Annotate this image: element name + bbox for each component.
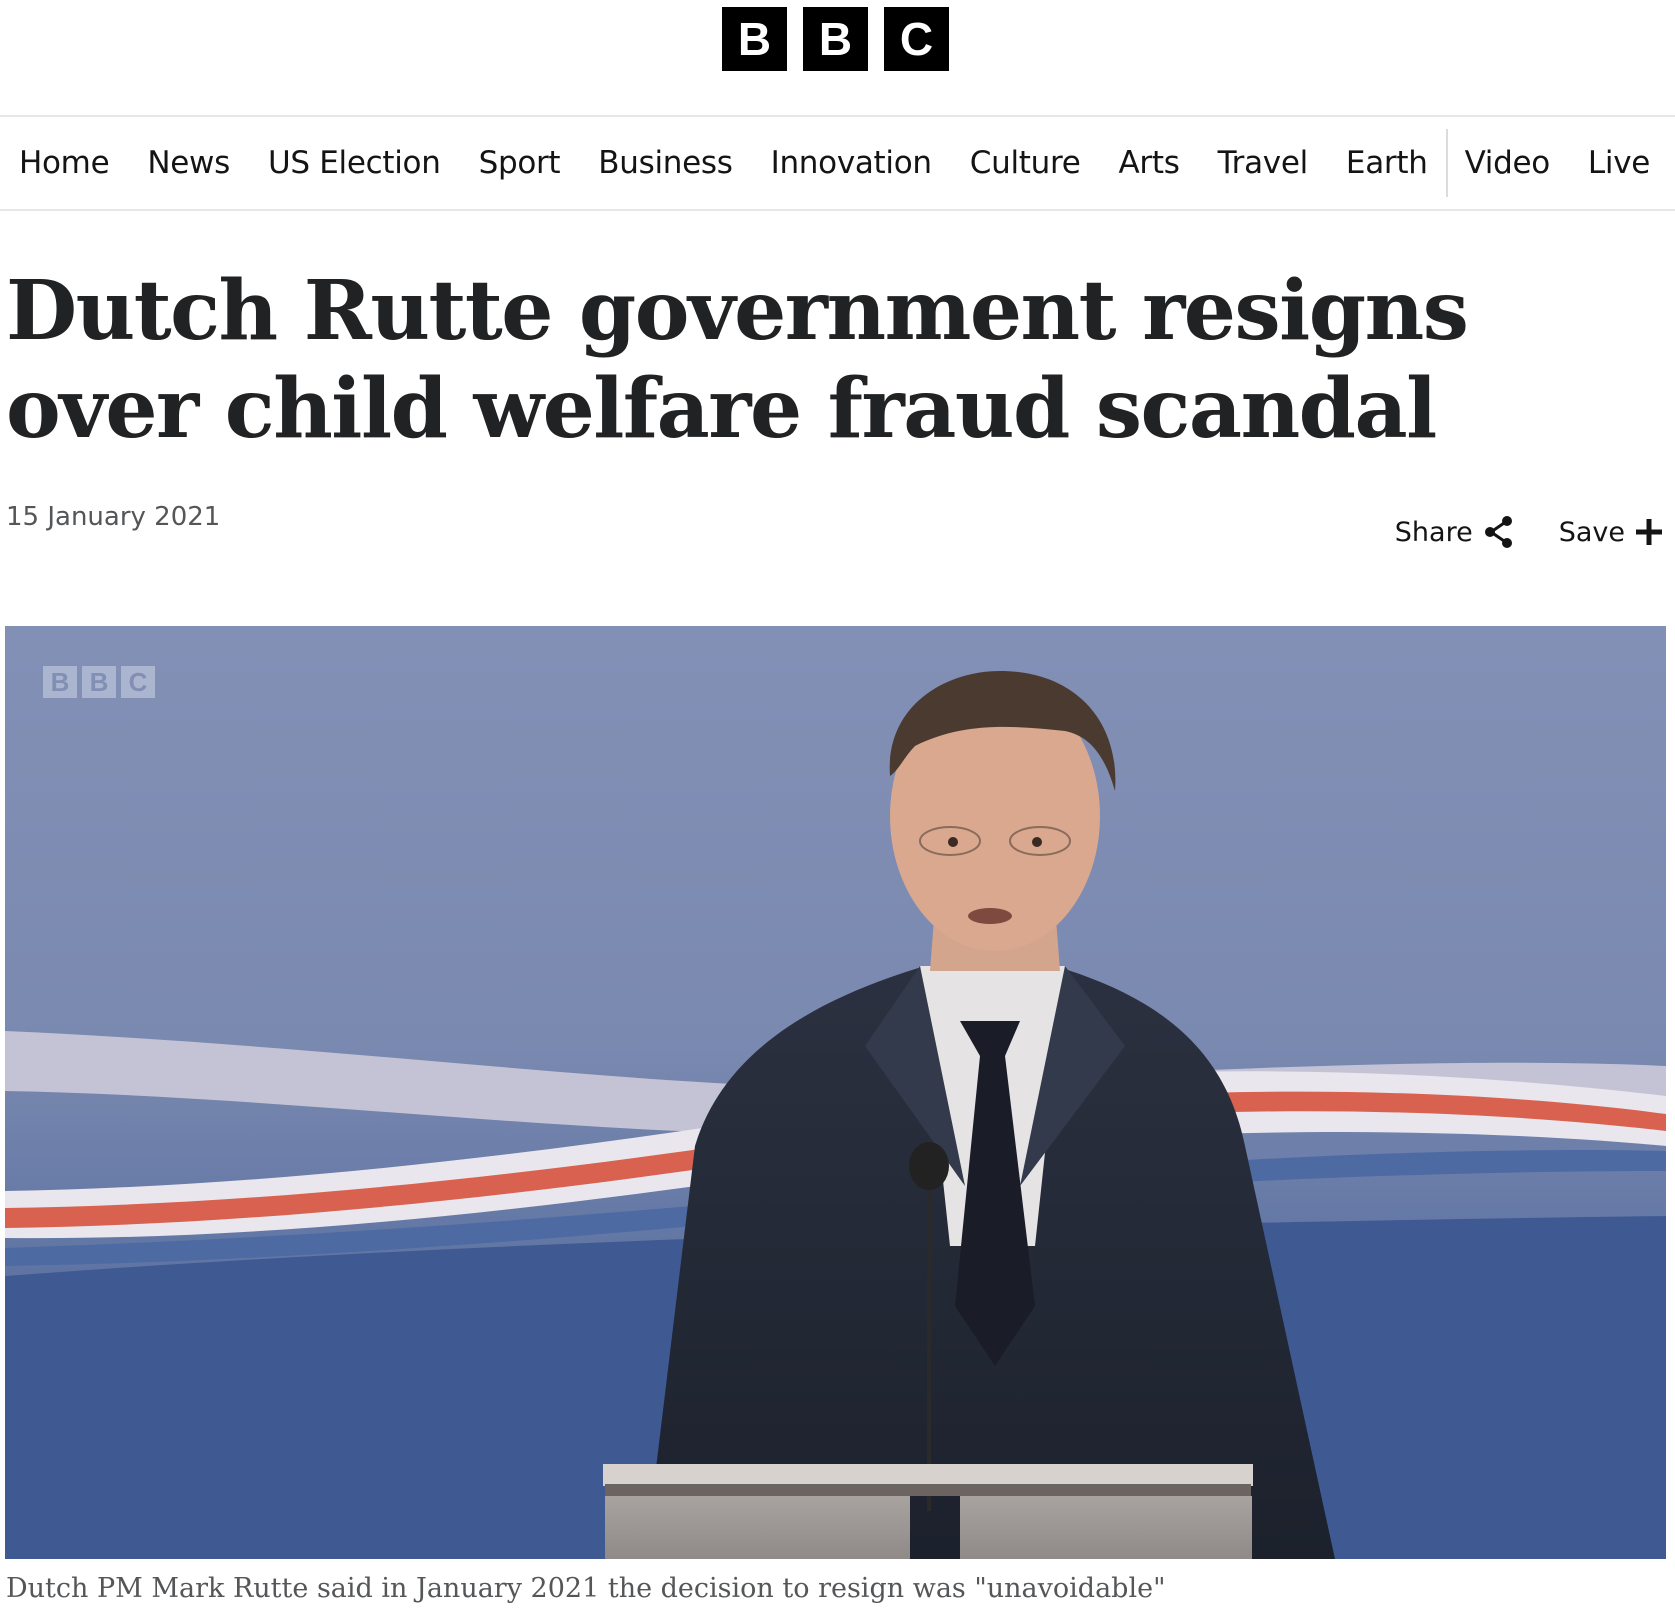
- bbc-logo-letter-b2: B: [803, 7, 868, 71]
- share-icon: [1483, 515, 1515, 549]
- article-actions: Share Save: [1395, 515, 1663, 549]
- nav-item-innovation[interactable]: Innovation: [771, 145, 932, 181]
- nav-item-video[interactable]: Video: [1465, 145, 1551, 181]
- press-conference-photo: B B C: [5, 626, 1666, 1559]
- nav-item-live[interactable]: Live: [1588, 145, 1650, 181]
- save-label: Save: [1558, 516, 1625, 548]
- nav-item-culture[interactable]: Culture: [970, 145, 1081, 181]
- share-button[interactable]: Share: [1395, 515, 1515, 549]
- watermark-letter-b2: B: [90, 667, 109, 697]
- article-date: 15 January 2021: [6, 502, 221, 532]
- plus-icon: [1635, 518, 1663, 546]
- article-hero-image: B B C: [5, 626, 1666, 1559]
- image-caption: Dutch PM Mark Rutte said in January 2021…: [6, 1573, 1166, 1604]
- bbc-logo[interactable]: B B C: [722, 7, 949, 71]
- article-headline: Dutch Rutte government resigns over chil…: [6, 263, 1469, 457]
- nav-item-us-election[interactable]: US Election: [268, 145, 441, 181]
- watermark-letter-b1: B: [51, 667, 70, 697]
- nav-divider: [1445, 129, 1448, 197]
- nav-list: Home News US Election Sport Business Inn…: [19, 117, 1650, 209]
- save-button[interactable]: Save: [1559, 517, 1663, 548]
- bbc-logo-letter-b1: B: [722, 7, 787, 71]
- nav-item-earth[interactable]: Earth: [1346, 145, 1428, 181]
- nav-item-arts[interactable]: Arts: [1119, 145, 1180, 181]
- share-label: Share: [1394, 516, 1473, 548]
- main-navigation: Home News US Election Sport Business Inn…: [0, 117, 1675, 211]
- watermark-letter-c: C: [129, 667, 148, 697]
- nav-item-news[interactable]: News: [147, 145, 230, 181]
- nav-item-business[interactable]: Business: [598, 145, 733, 181]
- nav-item-home[interactable]: Home: [19, 145, 110, 181]
- bbc-logo-letter-c: C: [884, 7, 949, 71]
- bbc-watermark: B B C: [43, 666, 155, 698]
- nav-item-travel[interactable]: Travel: [1218, 145, 1309, 181]
- nav-item-sport[interactable]: Sport: [479, 145, 561, 181]
- masthead: B B C: [0, 0, 1675, 117]
